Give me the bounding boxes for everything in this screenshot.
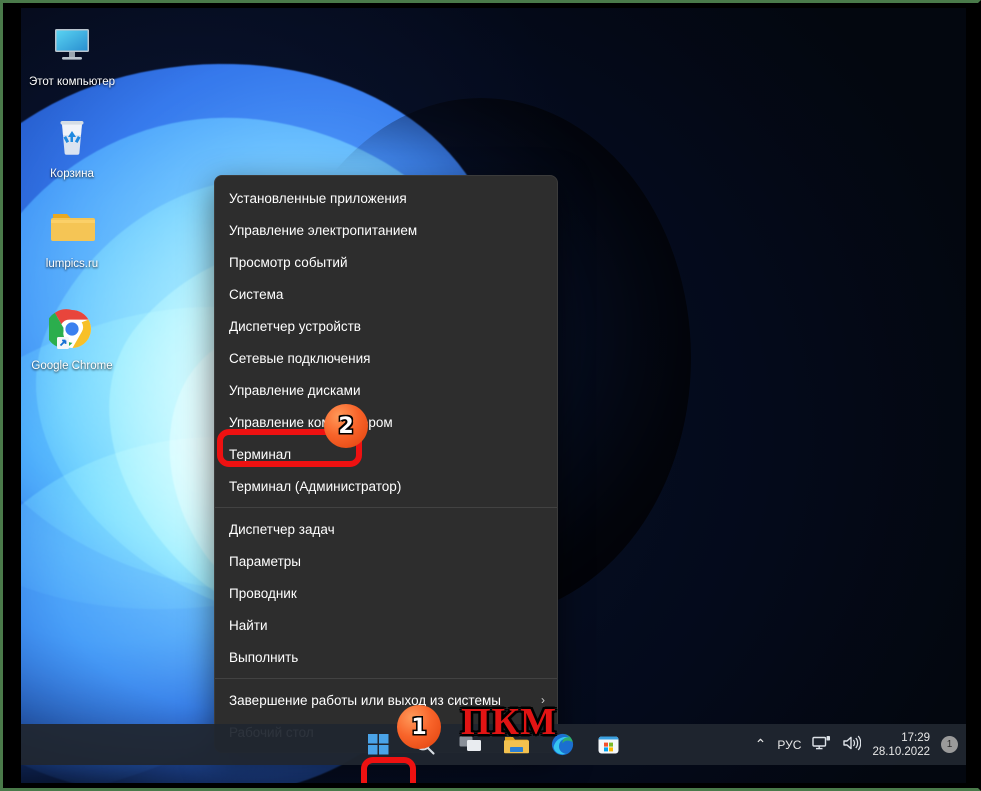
windows-logo-icon — [368, 734, 389, 755]
language-indicator[interactable]: РУС — [777, 738, 801, 752]
step-marker-1: 1 — [397, 705, 441, 749]
menu-item-task-manager[interactable]: Диспетчер задач — [215, 513, 557, 545]
clock-time: 17:29 — [901, 731, 930, 744]
folder-icon — [29, 204, 115, 252]
step-marker-2: 2 — [324, 404, 368, 448]
desktop-icon-recycle-bin[interactable]: Корзина — [29, 114, 115, 181]
screenshot-frame: Этот компьютер Корзина lumpics.ru Google… — [0, 0, 981, 791]
chevron-up-icon[interactable]: ⌃ — [755, 736, 767, 753]
microsoft-store-icon — [598, 736, 619, 754]
notification-badge[interactable]: 1 — [941, 736, 958, 753]
menu-item-computer-management[interactable]: Управление компьютером — [215, 406, 557, 438]
desktop-icon-label: Этот компьютер — [29, 76, 115, 88]
menu-item-search[interactable]: Найти — [215, 609, 557, 641]
clock[interactable]: 17:29 28.10.2022 — [872, 731, 930, 759]
desktop-icon-google-chrome[interactable]: Google Chrome — [29, 306, 115, 373]
menu-item-power-management[interactable]: Управление электропитанием — [215, 214, 557, 246]
start-button[interactable] — [361, 728, 397, 761]
desktop-icon-label: lumpics.ru — [45, 258, 99, 270]
menu-item-event-viewer[interactable]: Просмотр событий — [215, 246, 557, 278]
desktop-icon-label: Корзина — [50, 168, 94, 180]
menu-item-network-connections[interactable]: Сетевые подключения — [215, 342, 557, 374]
this-pc-icon — [29, 22, 115, 70]
menu-item-terminal-admin[interactable]: Терминал (Администратор) — [215, 470, 557, 502]
menu-item-system[interactable]: Система — [215, 278, 557, 310]
menu-item-settings[interactable]: Параметры — [215, 545, 557, 577]
desktop-icon-label: Google Chrome — [31, 360, 113, 372]
menu-item-run[interactable]: Выполнить — [215, 641, 557, 673]
clock-date: 28.10.2022 — [872, 745, 930, 758]
menu-item-file-explorer[interactable]: Проводник — [215, 577, 557, 609]
network-icon[interactable] — [812, 735, 831, 754]
desktop[interactable]: Этот компьютер Корзина lumpics.ru Google… — [21, 8, 966, 783]
volume-icon[interactable] — [842, 735, 862, 754]
action-label-rightclick: ПКМ — [461, 701, 557, 743]
menu-separator — [215, 678, 557, 679]
google-chrome-icon — [29, 306, 115, 354]
system-tray: ⌃ РУС 17:29 28.10.2022 1 — [755, 731, 958, 759]
desktop-icon-lumpics[interactable]: lumpics.ru — [29, 204, 115, 271]
start-context-menu[interactable]: Установленные приложения Управление элек… — [214, 175, 558, 753]
desktop-icon-this-pc[interactable]: Этот компьютер — [29, 22, 115, 89]
recycle-bin-icon — [29, 114, 115, 162]
menu-separator — [215, 507, 557, 508]
menu-item-device-manager[interactable]: Диспетчер устройств — [215, 310, 557, 342]
menu-item-disk-management[interactable]: Управление дисками — [215, 374, 557, 406]
menu-item-installed-apps[interactable]: Установленные приложения — [215, 182, 557, 214]
menu-item-terminal[interactable]: Терминал — [215, 438, 557, 470]
store-button[interactable] — [591, 728, 627, 761]
